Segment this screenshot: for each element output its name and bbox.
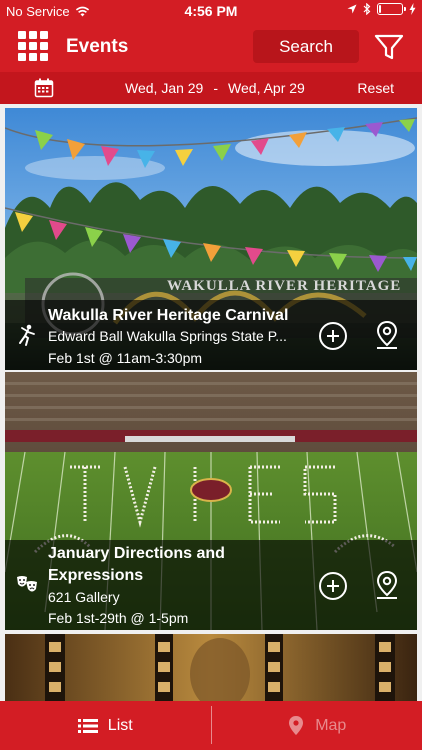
- map-pin-icon: [289, 715, 304, 735]
- event-card[interactable]: January Directions and Expressions 621 G…: [5, 372, 417, 630]
- location-arrow-icon: [347, 4, 357, 14]
- grid-menu-icon[interactable]: [18, 31, 50, 63]
- map-pin-icon[interactable]: [373, 570, 401, 600]
- end-date[interactable]: Wed, Apr 29: [228, 80, 305, 96]
- tab-list[interactable]: List: [0, 701, 211, 750]
- event-venue: Edward Ball Wakulla Springs State P...: [48, 328, 287, 344]
- tab-map[interactable]: Map: [212, 701, 422, 750]
- filter-funnel-icon[interactable]: [373, 31, 405, 63]
- start-date[interactable]: Wed, Jan 29: [125, 80, 203, 96]
- event-venue: 621 Gallery: [48, 589, 120, 605]
- event-card[interactable]: WAKULLA RIVER HERITAGE Wakulla River Her…: [5, 108, 417, 370]
- add-event-button[interactable]: [319, 572, 347, 600]
- event-date: Feb 1st @ 11am-3:30pm: [48, 350, 203, 366]
- battery-level: [379, 5, 381, 13]
- event-image: [5, 634, 417, 701]
- app-screen: No Service 4:56 PM Events Search Wed, Ja…: [0, 0, 422, 750]
- battery-icon: [377, 3, 406, 15]
- bluetooth-icon: [363, 3, 371, 15]
- event-card[interactable]: [5, 634, 417, 701]
- theater-masks-icon: [17, 576, 37, 592]
- status-right: [347, 3, 416, 15]
- bottom-tab-bar: List Map: [0, 701, 422, 750]
- event-info-overlay: January Directions and Expressions 621 G…: [5, 540, 417, 630]
- tab-map-label: Map: [315, 716, 347, 734]
- events-list[interactable]: WAKULLA RIVER HERITAGE Wakulla River Her…: [0, 104, 422, 701]
- event-info-overlay: Wakulla River Heritage Carnival Edward B…: [5, 300, 417, 370]
- date-separator: -: [213, 80, 219, 96]
- page-title: Events: [66, 36, 129, 57]
- tab-list-label: List: [107, 716, 133, 734]
- dancer-icon: [19, 324, 35, 346]
- event-title[interactable]: Wakulla River Heritage Carnival: [48, 305, 288, 327]
- search-button[interactable]: Search: [253, 30, 359, 63]
- reset-button[interactable]: Reset: [357, 80, 394, 96]
- event-date: Feb 1st-29th @ 1-5pm: [48, 610, 189, 626]
- date-range[interactable]: Wed, Jan 29 - Wed, Apr 29: [125, 80, 305, 96]
- list-icon: [77, 718, 98, 733]
- nav-bar: Events Search: [0, 22, 422, 72]
- add-event-button[interactable]: [319, 322, 347, 350]
- calendar-icon[interactable]: [34, 78, 54, 98]
- map-pin-icon[interactable]: [373, 320, 401, 350]
- date-range-bar: Wed, Jan 29 - Wed, Apr 29 Reset: [0, 72, 422, 104]
- event-title[interactable]: January Directions and Expressions: [48, 543, 278, 587]
- status-bar: No Service 4:56 PM: [0, 0, 422, 22]
- charging-bolt-icon: [409, 3, 416, 15]
- event-image-text: WAKULLA RIVER HERITAGE: [167, 278, 401, 294]
